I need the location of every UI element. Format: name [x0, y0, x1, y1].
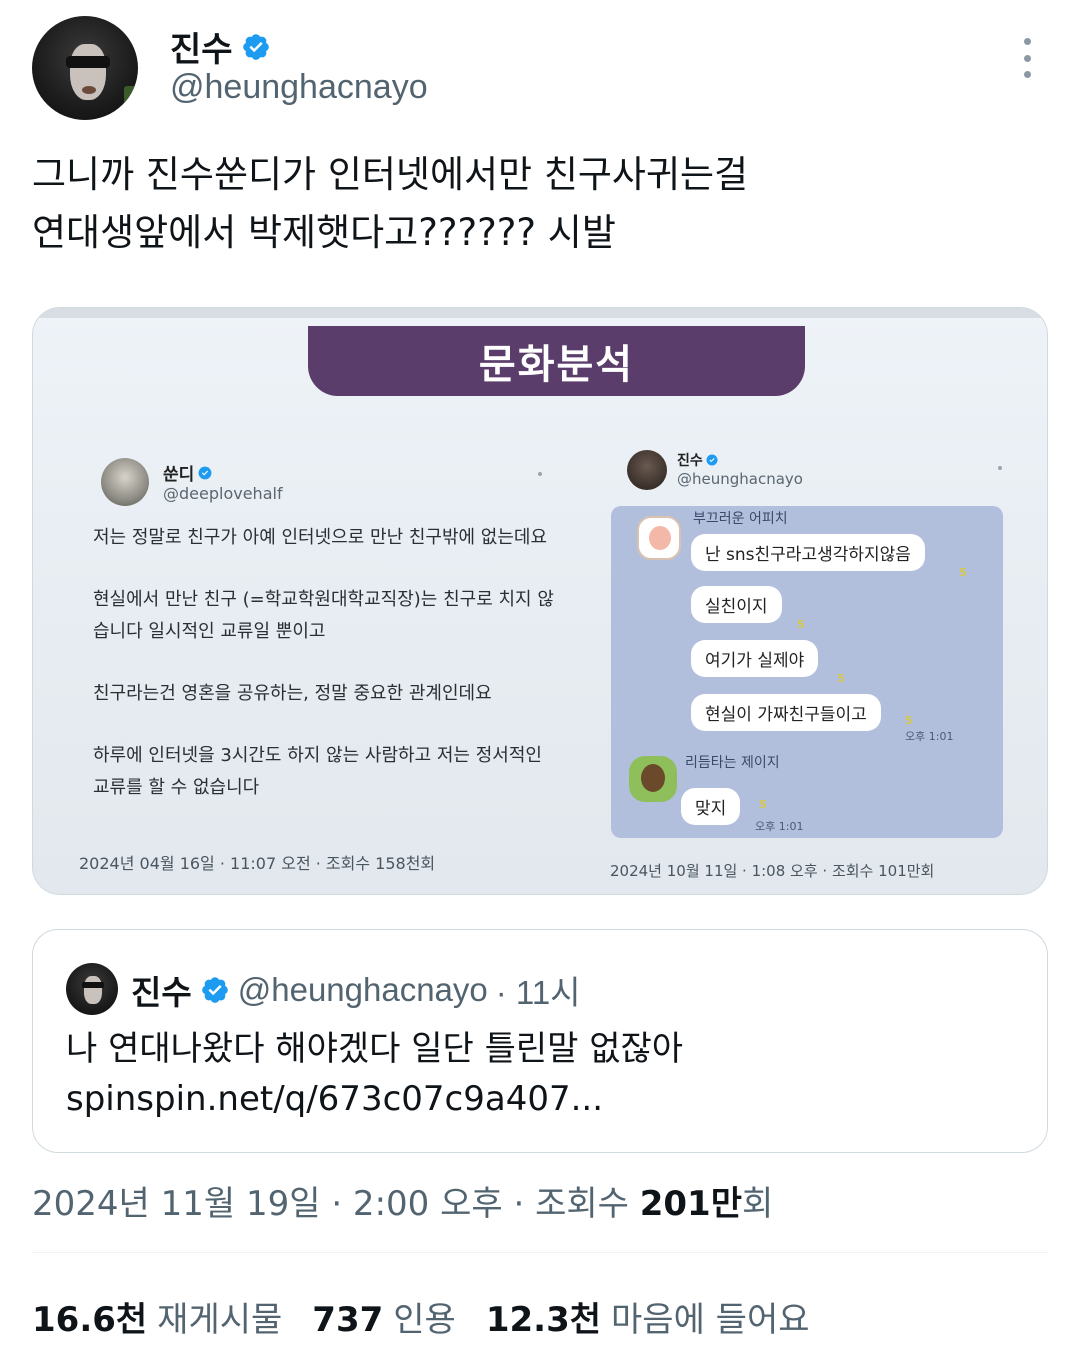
more-options-icon[interactable]	[1018, 38, 1036, 78]
left-tweet-date: 2024년 04월 16일 · 11:07 오전 · 조회수 158천회	[79, 854, 436, 873]
verified-badge-icon	[242, 33, 269, 60]
tweet-media-image[interactable]: 문화분석 쑨디 @deeplovehalf 저는 정말로 친구가 아예 인터넷으…	[32, 307, 1048, 895]
divider	[32, 1252, 1048, 1253]
left-tweet-name: 쑨디	[163, 465, 195, 485]
jay-g-avatar-icon	[629, 756, 677, 802]
avatar-bottle	[124, 86, 136, 120]
chat-bubble: 실친이지	[691, 586, 782, 623]
quoted-tweet-time: · 11시	[495, 974, 581, 1011]
chat-bubble: 난 sns친구라고생각하지않음	[691, 534, 925, 571]
right-tweet-date: 2024년 10월 11일 · 1:08 오후 · 조회수 101만회	[610, 862, 935, 880]
likes-count: 12.3천	[485, 1300, 602, 1340]
reposts-stat[interactable]: 16.6천 재게시물	[32, 1292, 282, 1341]
right-tweet-avatar	[627, 450, 667, 490]
author-name[interactable]: 진수	[170, 22, 233, 71]
avatar-face	[84, 976, 102, 1004]
view-count-suffix: 회	[742, 1184, 774, 1224]
chat-timestamp: 오후 1:01	[755, 820, 804, 833]
avatar-mouth	[82, 86, 96, 94]
quoted-tweet-text: 나 연대나왔다 해야겠다 일단 틀린말 없잖아 spinspin.net/q/6…	[66, 1029, 684, 1119]
tweet-meta: 2024년 11월 19일 · 2:00 오후 · 조회수 201만회	[32, 1176, 773, 1225]
left-tweet-name-row: 쑨디	[163, 460, 212, 485]
slide-title: 문화분석	[478, 342, 635, 388]
left-tweet-handle: @deeplovehalf	[163, 484, 283, 503]
apeach-avatar-icon	[637, 516, 681, 560]
left-tweet-avatar	[101, 458, 149, 506]
right-tweet-handle: @heunghacnayo	[677, 470, 803, 488]
quoted-tweet-header: 진수 @heunghacnayo · 11시	[131, 966, 581, 1014]
verified-badge-icon	[198, 466, 212, 479]
engagement-stats: 16.6천 재게시물 737 인용 12.3천 마음에 들어요	[32, 1292, 810, 1341]
quoted-author-avatar	[66, 963, 118, 1015]
right-tweet-more-icon	[998, 466, 1002, 470]
avatar-glasses	[82, 982, 104, 988]
tweet-text: 그니까 진수쑨디가 인터넷에서만 친구사귀는걸 연대생앞에서 박제햇다고????…	[32, 153, 749, 254]
slide-title-box: 문화분석	[308, 326, 805, 396]
right-tweet-name-row: 진수	[677, 450, 718, 470]
chat-bubble: 현실이 가짜친구들이고	[691, 694, 881, 731]
view-count: 201만	[639, 1184, 742, 1224]
left-tweet-body: 저는 정말로 친구가 아예 인터넷으로 만난 친구밖에 없는데요 현실에서 만난…	[93, 522, 563, 834]
left-tweet-paragraph: 저는 정말로 친구가 아예 인터넷으로 만난 친구밖에 없는데요	[93, 527, 548, 548]
unread-count: 5	[837, 672, 845, 685]
unread-count: 5	[905, 714, 913, 727]
chat-bubble: 여기가 실제야	[691, 640, 819, 677]
quoted-author-name: 진수	[131, 973, 192, 1012]
likes-label: 마음에 들어요	[611, 1300, 810, 1340]
chat-bubble: 맞지	[681, 788, 741, 825]
quoted-author-handle: @heunghacnayo	[237, 971, 488, 1008]
author-handle[interactable]: @heunghacnayo	[170, 68, 428, 107]
tweet-datetime[interactable]: 2024년 11월 19일 · 2:00 오후 · 조회수	[32, 1184, 640, 1224]
avatar-glasses	[66, 56, 110, 68]
quoted-tweet-card[interactable]: 진수 @heunghacnayo · 11시 나 연대나왔다 해야겠다 일단 틀…	[32, 929, 1048, 1153]
left-tweet-paragraph: 현실에서 만난 친구 (=학교학원대학교직장)는 친구로 치지 않습니다 일시적…	[93, 589, 554, 642]
left-tweet-more-icon	[538, 472, 542, 476]
right-tweet-name: 진수	[677, 453, 703, 469]
verified-badge-icon	[201, 977, 228, 1003]
chat-sender-name: 리듬타는 제이지	[685, 755, 780, 771]
unread-count: 5	[759, 798, 767, 811]
likes-stat[interactable]: 12.3천 마음에 들어요	[486, 1292, 810, 1341]
chat-sender-name: 부끄러운 어피치	[693, 511, 788, 527]
verified-badge-icon	[706, 454, 718, 466]
reposts-label: 재게시물	[157, 1300, 283, 1340]
unread-count: 5	[959, 566, 967, 579]
quotes-count: 737	[312, 1300, 384, 1340]
unread-count: 5	[797, 618, 805, 631]
left-tweet-paragraph: 친구라는건 영혼을 공유하는, 정말 중요한 관계인데요	[93, 683, 492, 704]
quotes-stat[interactable]: 737 인용	[312, 1292, 456, 1341]
quotes-label: 인용	[393, 1300, 456, 1340]
screen-edge	[33, 308, 1047, 318]
chat-timestamp: 오후 1:01	[905, 730, 954, 743]
kakao-chat-screenshot: 부끄러운 어피치 난 sns친구라고생각하지않음 5 실친이지 5 여기가 실제…	[611, 506, 1003, 838]
left-tweet-paragraph: 하루에 인터넷을 3시간도 하지 않는 사람하고 저는 정서적인 교류를 할 수…	[93, 745, 542, 798]
author-name-row: 진수	[170, 22, 271, 71]
reposts-count: 16.6천	[32, 1300, 148, 1340]
author-avatar[interactable]	[32, 16, 138, 120]
